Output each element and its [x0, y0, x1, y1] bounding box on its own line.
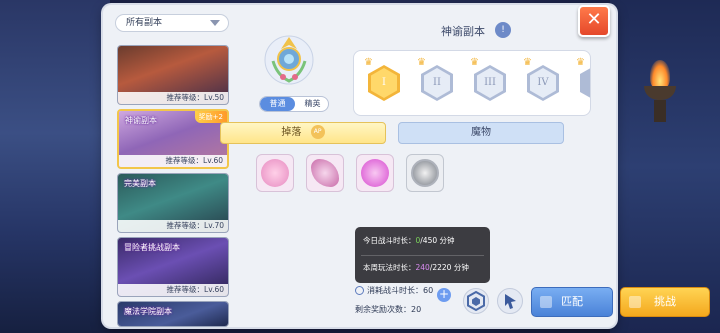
- dungeon-list: 所有副本 推荐等级：Lv.50 神谕副本 奖励+2 推荐等级：Lv.60 完美副…: [111, 11, 231, 327]
- crown-icon: ♛: [470, 57, 479, 68]
- tier-1-button[interactable]: ♛ I: [364, 57, 402, 103]
- dungeon-card[interactable]: 魔法学院副本: [117, 301, 229, 327]
- filter-label: 所有副本: [126, 18, 163, 28]
- tier-5-button[interactable]: ♛: [576, 57, 590, 103]
- crown-icon: ♛: [417, 57, 426, 68]
- match-button[interactable]: 匹配: [531, 287, 613, 317]
- crown-icon: ♛: [523, 57, 532, 68]
- gem-icon: [361, 159, 389, 187]
- tier-3-button[interactable]: ♛ III: [470, 57, 508, 103]
- caret-down-icon: [210, 20, 220, 26]
- consume-time-line: 消耗战斗时长：60: [355, 285, 433, 296]
- background-right: [610, 0, 720, 333]
- dungeon-card[interactable]: 推荐等级：Lv.50: [117, 45, 229, 105]
- coin-icon: [411, 159, 439, 187]
- drop-item[interactable]: [356, 154, 394, 192]
- battle-time-tooltip: 今日战斗时长：0/450 分钟 本周玩法时长：240/2220 分钟: [355, 227, 490, 283]
- mode-normal-button[interactable]: 普通: [260, 97, 295, 111]
- quick-button[interactable]: [497, 288, 523, 314]
- potion-icon: [261, 159, 289, 187]
- clock-icon: [355, 286, 364, 295]
- drop-item[interactable]: [406, 154, 444, 192]
- hexagon-icon: [467, 290, 485, 312]
- match-icon: [540, 296, 552, 308]
- tier-2-button[interactable]: ♛ II: [417, 57, 455, 103]
- difficulty-toggle: 普通 精英: [259, 96, 329, 112]
- cursor-icon: [505, 294, 516, 309]
- dungeon-card[interactable]: 完美副本 推荐等级：Lv.70: [117, 173, 229, 233]
- dungeon-card[interactable]: 冒险者挑战副本 推荐等级：Lv.60: [117, 237, 229, 297]
- dungeon-card-selected[interactable]: 神谕副本 奖励+2 推荐等级：Lv.60: [117, 109, 229, 169]
- team-button[interactable]: [463, 288, 489, 314]
- drop-item[interactable]: [256, 154, 294, 192]
- crown-icon: ♛: [576, 57, 585, 68]
- add-time-button[interactable]: +: [437, 288, 451, 302]
- info-icon[interactable]: !: [495, 22, 511, 38]
- remaining-rewards: 剩余奖励次数：20: [355, 305, 422, 314]
- tab-drops-label: 掉落: [281, 127, 302, 138]
- dungeon-filter-select[interactable]: 所有副本: [115, 14, 229, 32]
- crystal-icon: [311, 159, 339, 187]
- dungeon-name: 魔法学院副本: [124, 307, 172, 316]
- mode-elite-button[interactable]: 精英: [295, 97, 328, 111]
- dungeon-emblem-icon: [264, 35, 314, 85]
- tab-drops[interactable]: 掉落 AP: [220, 122, 386, 144]
- tab-monsters[interactable]: 魔物: [398, 122, 564, 144]
- dungeon-level: 推荐等级：Lv.60: [118, 284, 228, 296]
- torch-decoration: [640, 60, 680, 122]
- close-button[interactable]: ✕: [578, 5, 610, 37]
- dungeon-level: 推荐等级：Lv.50: [118, 92, 228, 104]
- drop-badge-icon: AP: [310, 125, 325, 139]
- challenge-button[interactable]: 挑战: [620, 287, 710, 317]
- drop-item[interactable]: [306, 154, 344, 192]
- tier-4-button[interactable]: ♛ IV: [523, 57, 561, 103]
- dungeon-level: 推荐等级：Lv.60: [119, 155, 227, 167]
- background-left: [0, 0, 110, 333]
- tier-selector: ♛ I ♛ II ♛ III ♛ IV ♛: [353, 50, 591, 116]
- dungeon-title: 神谕副本: [441, 25, 485, 38]
- dungeon-name: 完美副本: [124, 179, 156, 188]
- dungeon-level: 推荐等级：Lv.70: [118, 220, 228, 232]
- challenge-icon: [629, 296, 641, 308]
- dungeon-name: 神谕副本: [125, 116, 157, 125]
- dungeon-name: 冒险者挑战副本: [124, 243, 180, 252]
- crown-icon: ♛: [364, 57, 373, 68]
- dungeon-panel: 所有副本 推荐等级：Lv.50 神谕副本 奖励+2 推荐等级：Lv.60 完美副…: [103, 5, 710, 327]
